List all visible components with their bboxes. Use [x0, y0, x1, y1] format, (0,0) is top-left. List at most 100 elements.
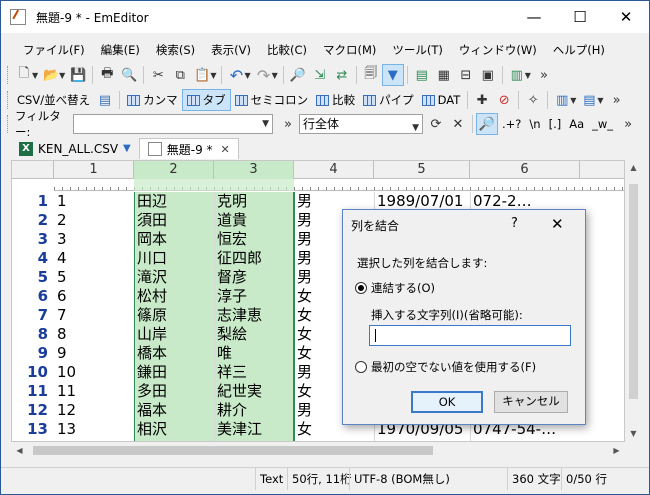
- dialog-close-button[interactable]: ✕: [551, 215, 564, 233]
- status-mode[interactable]: Text: [255, 468, 287, 490]
- csv-mode-icon[interactable]: ▤: [94, 89, 116, 111]
- table-cell[interactable]: 2: [54, 211, 134, 230]
- document-icon[interactable]: ▣: [477, 64, 499, 86]
- table-cell[interactable]: 多田: [134, 382, 214, 401]
- macro-dropdown-icon[interactable]: ▼: [525, 71, 531, 80]
- vertical-scroll-thumb[interactable]: [629, 184, 638, 399]
- line-number[interactable]: 7: [12, 306, 52, 325]
- table-cell[interactable]: 川口: [134, 249, 214, 268]
- table-cell[interactable]: 恒宏: [214, 230, 294, 249]
- scroll-right-icon[interactable]: ▶: [608, 442, 625, 459]
- table-cell[interactable]: 福本: [134, 401, 214, 420]
- print-icon[interactable]: 🖶: [96, 64, 118, 86]
- filter-input[interactable]: ▼: [73, 114, 273, 134]
- table-cell[interactable]: 12: [54, 401, 134, 420]
- filter-scope-select[interactable]: 行全体 ▼: [299, 114, 423, 134]
- table-cell[interactable]: 4: [54, 249, 134, 268]
- ok-button[interactable]: OK: [411, 391, 483, 413]
- table-cell[interactable]: 5: [54, 268, 134, 287]
- filter-icon[interactable]: ▼: [381, 64, 404, 86]
- line-number-gutter[interactable]: 1 2 3 4 5 6 7 8 9 10 11 12 13: [12, 192, 52, 441]
- emeditor-app-icon[interactable]: [10, 9, 26, 25]
- column-header[interactable]: 6: [470, 161, 580, 179]
- match-case-toggle[interactable]: Aa: [565, 113, 588, 135]
- cut-icon[interactable]: ✂: [147, 64, 169, 86]
- toolbar-overflow-icon[interactable]: »: [277, 113, 299, 135]
- line-number[interactable]: 13: [12, 420, 52, 439]
- table-cell[interactable]: 田辺: [134, 192, 214, 211]
- whole-word-toggle[interactable]: _w_: [588, 113, 617, 135]
- menu-help[interactable]: ヘルプ(H): [545, 42, 613, 58]
- table-cell[interactable]: 美津江: [214, 420, 294, 439]
- menu-compare[interactable]: 比較(C): [259, 42, 315, 58]
- no-entry-icon[interactable]: ⊘: [493, 89, 515, 111]
- table-cell[interactable]: 淳子: [214, 287, 294, 306]
- csv-pipe-button[interactable]: パイプ: [359, 89, 418, 111]
- table-cell[interactable]: 道貴: [214, 211, 294, 230]
- concat-radio[interactable]: [355, 282, 367, 294]
- refresh-icon[interactable]: ⟳: [425, 113, 447, 135]
- scope-dropdown-icon[interactable]: ▼: [412, 119, 419, 137]
- csv-view-icon[interactable]: ▤: [411, 64, 433, 86]
- csv-tab-button[interactable]: タブ: [181, 89, 231, 111]
- toolbar-overflow-icon[interactable]: »: [617, 113, 639, 135]
- tab-untitled-9[interactable]: 無題-9 * ✕: [138, 138, 239, 159]
- table-cell[interactable]: 7: [54, 306, 134, 325]
- toolbar-overflow-icon[interactable]: »: [533, 64, 555, 86]
- table-cell[interactable]: 紀世実: [214, 382, 294, 401]
- row-dropdown-icon[interactable]: ▼: [597, 96, 603, 105]
- insert-string-input[interactable]: [369, 325, 571, 346]
- line-number[interactable]: 6: [12, 287, 52, 306]
- line-number[interactable]: 5: [12, 268, 52, 287]
- menu-window[interactable]: ウィンドウ(W): [451, 42, 545, 58]
- table-cell[interactable]: 岡本: [134, 230, 214, 249]
- csv-comma-button[interactable]: カンマ: [123, 89, 182, 111]
- line-number[interactable]: 9: [12, 344, 52, 363]
- table-cell[interactable]: 耕介: [214, 401, 294, 420]
- horizontal-scrollbar[interactable]: ◀ ▶: [11, 442, 625, 459]
- table-cell[interactable]: 8: [54, 325, 134, 344]
- table-cell[interactable]: 橋本: [134, 344, 214, 363]
- tab-ken-all-csv[interactable]: X KEN_ALL.CSV ▼: [11, 138, 139, 159]
- first-nonempty-radio[interactable]: [355, 361, 367, 373]
- csv-compare-button[interactable]: 比較: [312, 89, 359, 111]
- column-header[interactable]: 3: [214, 161, 294, 179]
- status-position[interactable]: 50行, 11桁: [287, 468, 352, 490]
- status-encoding[interactable]: UTF-8 (BOM無し): [349, 468, 503, 490]
- add-cross-icon[interactable]: ✚: [471, 89, 493, 111]
- table-cell[interactable]: 13: [54, 420, 134, 439]
- help-button[interactable]: ?: [511, 216, 518, 231]
- save-icon[interactable]: 💾: [67, 64, 89, 86]
- advanced-filter-icon[interactable]: 🔎: [476, 113, 498, 135]
- redo-dropdown-icon[interactable]: ▼: [272, 71, 278, 80]
- concat-option[interactable]: 連結する(O): [355, 280, 435, 296]
- line-number[interactable]: 2: [12, 211, 52, 230]
- table-cell[interactable]: 松村: [134, 287, 214, 306]
- column-header[interactable]: 1: [54, 161, 134, 179]
- table-cell[interactable]: 克明: [214, 192, 294, 211]
- line-number[interactable]: 11: [12, 382, 52, 401]
- find-icon[interactable]: 🔎: [287, 64, 309, 86]
- menu-macro[interactable]: マクロ(M): [315, 42, 384, 58]
- undo-dropdown-icon[interactable]: ▼: [244, 71, 250, 80]
- column-header[interactable]: 2: [134, 161, 214, 179]
- table-cell[interactable]: 志津恵: [214, 306, 294, 325]
- table-cell[interactable]: 相沢: [134, 420, 214, 439]
- table-cell[interactable]: 唯: [214, 344, 294, 363]
- paste-dropdown-icon[interactable]: ▼: [210, 71, 216, 80]
- table-cell[interactable]: 6: [54, 287, 134, 306]
- menu-file[interactable]: ファイル(F): [15, 42, 93, 58]
- column-header[interactable]: 5: [374, 161, 470, 179]
- menu-search[interactable]: 検索(S): [148, 42, 203, 58]
- table-cell[interactable]: 11: [54, 382, 134, 401]
- table-cell[interactable]: 督彦: [214, 268, 294, 287]
- bracket-toggle[interactable]: [.]: [545, 113, 566, 135]
- scroll-left-icon[interactable]: ◀: [11, 442, 28, 459]
- line-number[interactable]: 12: [12, 401, 52, 420]
- table-cell[interactable]: 3: [54, 230, 134, 249]
- table-cell[interactable]: 1: [54, 192, 134, 211]
- menu-edit[interactable]: 編集(E): [93, 42, 148, 58]
- filter-dropdown-icon[interactable]: ▼: [262, 119, 269, 129]
- csv-dat-button[interactable]: DAT: [418, 89, 465, 111]
- maximize-button[interactable]: ☐: [557, 1, 603, 33]
